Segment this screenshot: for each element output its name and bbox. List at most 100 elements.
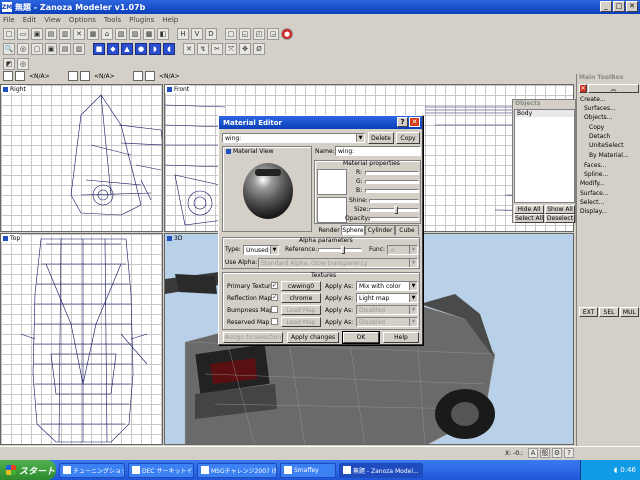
reserved-load-map-button[interactable]: Load Map <box>281 317 321 327</box>
start-button[interactable]: スタート <box>0 460 56 480</box>
cone-primitive-icon[interactable]: ▲ <box>121 43 133 55</box>
toolbox-detach[interactable]: Detach <box>589 133 610 140</box>
import-button[interactable]: ▤ <box>45 28 57 40</box>
toolbox-copy[interactable]: Copy <box>589 124 604 131</box>
menu-file[interactable]: File <box>3 16 15 24</box>
bumpness-map-checkbox[interactable] <box>271 306 278 313</box>
viewport-menu-icon[interactable] <box>3 86 8 92</box>
alpha-type-select[interactable]: Unused ▼ <box>243 245 279 255</box>
redo-button[interactable]: ▨ <box>129 28 141 40</box>
task-button[interactable]: チューニングショップ カ... <box>59 462 125 478</box>
ext-button[interactable]: EXT <box>579 307 599 317</box>
diamond-primitive-icon[interactable]: ◆ <box>107 43 119 55</box>
hide-all-button[interactable]: Hide All <box>514 205 544 214</box>
delete-vertex-icon[interactable]: ✕ <box>183 43 195 55</box>
zoom-icon[interactable]: 🔍 <box>3 43 15 55</box>
objects-list[interactable]: Body <box>514 109 575 203</box>
task-button[interactable]: DEC サーキットイベント... <box>128 462 194 478</box>
viewport-menu-icon[interactable] <box>167 86 172 92</box>
toolbox-create[interactable]: Create... <box>580 96 606 103</box>
dialog-titlebar[interactable]: Material Editor ? ✕ <box>219 116 422 129</box>
pan-icon[interactable]: ▢ <box>31 43 43 55</box>
opacity-slider[interactable] <box>369 217 419 221</box>
view-selector-box[interactable] <box>133 71 143 81</box>
h-axis-button[interactable]: H <box>177 28 189 40</box>
material-view-menu-icon[interactable] <box>226 149 231 154</box>
func-select[interactable]: < ▼ <box>387 245 418 255</box>
volume-icon[interactable]: ◖ <box>614 466 618 474</box>
v-axis-button[interactable]: V <box>191 28 203 40</box>
snap-button[interactable]: ◧ <box>157 28 169 40</box>
select-all-button[interactable]: Select All <box>514 214 544 223</box>
viewport-top[interactable]: Top <box>0 233 163 445</box>
fit-icon[interactable]: ▣ <box>45 43 57 55</box>
maximize-button[interactable]: □ <box>613 1 625 12</box>
material-name-input[interactable]: wing: <box>335 146 421 156</box>
menu-view[interactable]: View <box>44 16 61 24</box>
primary-texture-checkbox[interactable]: ✓ <box>271 282 278 289</box>
menu-help[interactable]: Help <box>162 16 178 24</box>
size-slider-thumb[interactable] <box>394 206 398 214</box>
save-file-button[interactable]: ▣ <box>31 28 43 40</box>
toolbox-display[interactable]: Display... <box>580 208 607 215</box>
fit-all-icon[interactable]: ▤ <box>59 43 71 55</box>
tab-render[interactable]: Render <box>317 225 341 235</box>
show-all-button[interactable]: Show All <box>545 205 575 214</box>
toolbox-close-icon[interactable]: ✕ <box>579 84 587 93</box>
mul-button[interactable]: MUL <box>619 307 639 317</box>
reference-slider-thumb[interactable] <box>341 246 345 254</box>
toolbox-faces[interactable]: Faces... <box>584 162 606 169</box>
toolbox-collapse-icon[interactable]: ︽ <box>588 84 639 93</box>
tab-cylinder[interactable]: Cylinder <box>365 225 395 235</box>
viewport-menu-icon[interactable] <box>167 235 172 241</box>
box-primitive-icon[interactable]: ■ <box>93 43 105 55</box>
help-button[interactable]: Help <box>383 332 419 343</box>
open-file-button[interactable]: ▭ <box>17 28 29 40</box>
view-selector-box[interactable] <box>80 71 90 81</box>
menu-options[interactable]: Options <box>69 16 96 24</box>
ime-mode-icon[interactable]: A <box>528 448 538 458</box>
r-slider[interactable] <box>365 171 419 175</box>
ime-help-icon[interactable]: ? <box>564 448 574 458</box>
select-rect-button[interactable]: □ <box>225 28 237 40</box>
move-icon[interactable]: ✥ <box>239 43 251 55</box>
select-poly-button[interactable]: ◲ <box>267 28 279 40</box>
extrude-icon[interactable]: ⤧ <box>225 43 237 55</box>
reflection-apply-select[interactable]: Light map ▼ <box>356 293 418 303</box>
reflection-map-checkbox[interactable]: ✓ <box>271 294 278 301</box>
copy-button[interactable]: Copy <box>396 132 420 144</box>
cylinder-primitive-icon[interactable]: ◖ <box>163 43 175 55</box>
select-lasso-button[interactable]: ◰ <box>253 28 265 40</box>
menu-plugins[interactable]: Plugins <box>129 16 154 24</box>
reserved-map-checkbox[interactable] <box>271 318 278 325</box>
window-titlebar[interactable]: ZM 無題 - Zanoza Modeler v1.07b _ □ ✕ <box>0 0 640 14</box>
material-select[interactable]: wing: ▼ <box>222 133 365 143</box>
layout-icon[interactable]: ▥ <box>73 43 85 55</box>
copy-button[interactable]: ▦ <box>87 28 99 40</box>
cut-edge-icon[interactable]: ✂ <box>211 43 223 55</box>
undo-button[interactable]: ▧ <box>115 28 127 40</box>
bumpness-load-map-button[interactable]: Load Map <box>281 305 321 315</box>
menu-tools[interactable]: Tools <box>104 16 121 24</box>
menu-edit[interactable]: Edit <box>23 16 37 24</box>
clock[interactable]: 0:46 <box>620 466 636 474</box>
use-alpha-select[interactable]: Standard Alpha, Glow transparency ▼ <box>258 258 418 268</box>
apply-changes-button[interactable]: Apply changes <box>287 332 339 343</box>
toolbox-uniteselect[interactable]: UniteSelect <box>589 142 623 149</box>
cut-button[interactable]: ✕ <box>73 28 85 40</box>
mode-edit-icon[interactable]: ◩ <box>3 58 15 70</box>
tab-cube[interactable]: Cube <box>395 225 419 235</box>
size-slider[interactable] <box>369 206 419 214</box>
view-selector-box[interactable] <box>68 71 78 81</box>
primary-apply-select[interactable]: Mix with color ▼ <box>356 281 418 291</box>
sphere-primitive-icon[interactable]: ● <box>135 43 147 55</box>
shine-slider[interactable] <box>369 199 419 203</box>
viewport-right[interactable]: Right <box>0 84 163 232</box>
task-button-active[interactable]: 無題 - Zanoza Model... <box>339 462 423 478</box>
list-item[interactable]: Body <box>515 110 574 117</box>
grid-button[interactable]: ▩ <box>143 28 155 40</box>
ime-settings-icon[interactable]: ⚙ <box>552 448 562 458</box>
no-snap-icon[interactable]: Ø <box>253 43 265 55</box>
toolbox-surfaces[interactable]: Surfaces... <box>584 105 616 112</box>
deselect-button[interactable]: Deselect <box>545 214 575 223</box>
